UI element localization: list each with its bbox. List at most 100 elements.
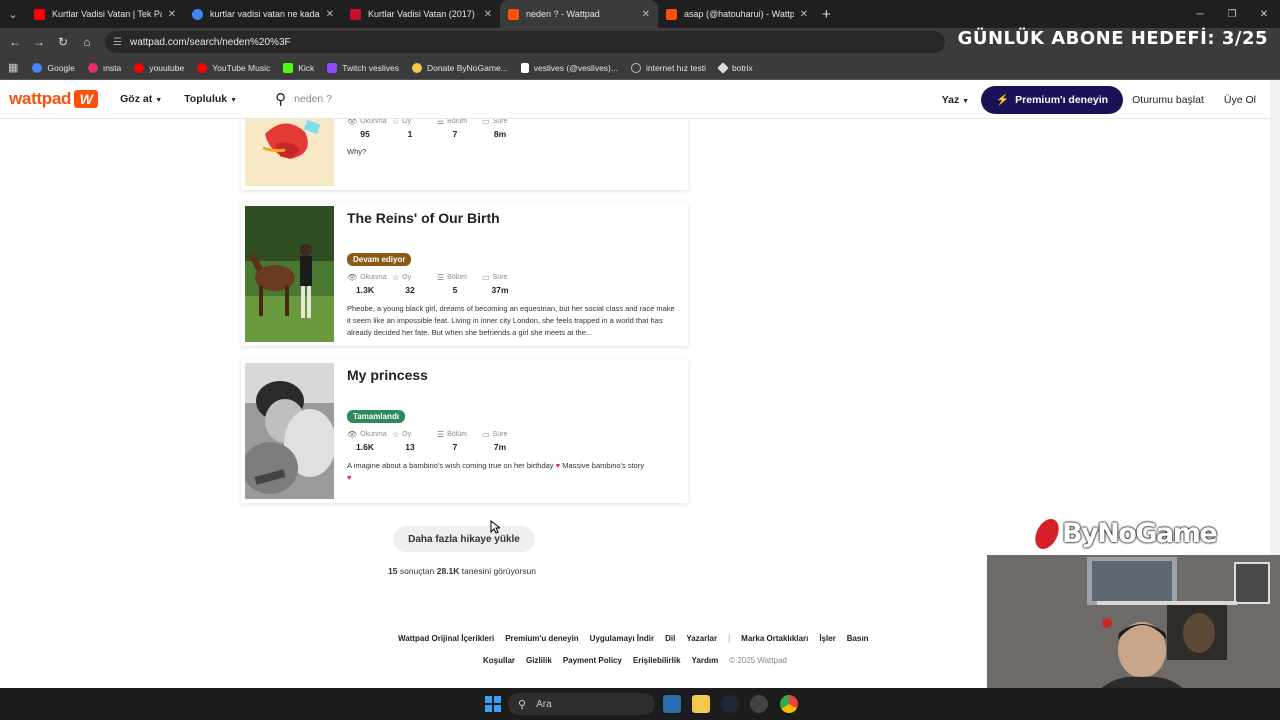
nav-browse[interactable]: Göz at ▼ — [120, 93, 162, 105]
windows-start-icon[interactable] — [485, 696, 501, 712]
login-link[interactable]: Oturumu başlat — [1132, 94, 1204, 106]
footer-links-row-2: Koşullar Gizlilik Payment Policy Erişile… — [483, 656, 798, 665]
close-tab-icon[interactable]: ✕ — [642, 9, 650, 20]
url-text: wattpad.com/search/neden%20%3F — [129, 36, 291, 48]
google-icon — [32, 62, 43, 73]
stat-label: Okunma — [360, 118, 387, 125]
stat-value: 1 — [407, 129, 413, 139]
story-info: My princess Tamamlandı 👁 Okunma 1.6K ☆ Oy 13… — [347, 359, 678, 484]
nav-label: Göz at — [120, 93, 153, 105]
bookmark-item[interactable]: YouTube Music — [197, 62, 270, 73]
footer-link[interactable]: Wattpad Orijinal İçerikleri — [398, 634, 494, 643]
bookmark-item[interactable]: Donate ByNoGame... — [411, 62, 508, 73]
footer-link[interactable]: İşler — [819, 634, 835, 643]
bookmark-label: Donate ByNoGame... — [426, 62, 508, 73]
write-menu[interactable]: Yaz ▼ — [942, 94, 969, 106]
footer-link[interactable]: Dil — [665, 634, 675, 643]
footer-link[interactable]: Koşullar — [483, 656, 515, 665]
photos-app-icon[interactable] — [663, 695, 681, 713]
back-arrow-icon[interactable]: ← — [3, 35, 27, 49]
nav-community[interactable]: Topluluk ▼ — [184, 93, 237, 105]
story-cover-image[interactable] — [245, 363, 334, 499]
wattpad-logo[interactable]: wattpad W — [9, 89, 99, 109]
file-explorer-icon[interactable] — [692, 695, 710, 713]
story-title[interactable]: My princess — [347, 367, 678, 383]
stat-value: 13 — [405, 442, 415, 452]
footer-link[interactable]: Yazarlar — [686, 634, 717, 643]
load-more-button[interactable]: Daha fazla hikaye yükle — [393, 526, 535, 552]
story-title[interactable]: The Reins' of Our Birth — [347, 210, 678, 226]
footer-link[interactable]: Payment Policy — [563, 656, 622, 665]
bookmark-item[interactable]: youutube — [134, 62, 185, 73]
story-cover-image[interactable] — [245, 206, 334, 342]
bookmark-item[interactable]: botrix — [717, 61, 753, 74]
signup-link[interactable]: Üye Ol — [1224, 94, 1256, 106]
bookmark-label: botrix — [731, 62, 753, 73]
restore-icon[interactable]: ❐ — [1216, 0, 1248, 28]
close-tab-icon[interactable]: ✕ — [326, 9, 334, 20]
apps-grid-icon[interactable]: ▦ — [8, 61, 18, 74]
heart-icon: ♥ — [555, 461, 561, 470]
footer-separator: | — [728, 634, 731, 643]
browser-tab[interactable]: asap (@hatouharui) - Wattpad ✕ — [658, 0, 816, 28]
story-stats: 👁 Okunma 1.6K ☆ Oy 13 ☰ Bölüm 7 ▭ Süre 7m — [347, 430, 678, 452]
minimize-icon[interactable]: ─ — [1184, 0, 1216, 28]
taskbar-search[interactable]: ⚲ Ara — [508, 693, 655, 715]
browser-tab[interactable]: kurtlar vadisi vatan ne kadara g ✕ — [184, 0, 342, 28]
bookmark-label: veslives (@veslives)... — [533, 62, 618, 73]
bookmark-item[interactable]: Twitch veslives — [327, 62, 399, 73]
bookmark-item[interactable]: Kick — [283, 62, 314, 73]
footer-link[interactable]: Premium'u deneyin — [505, 634, 578, 643]
search-field[interactable]: ⚲ neden ? — [275, 90, 332, 108]
bookmark-item[interactable]: internet hız testi — [630, 62, 706, 73]
bookmark-label: ınsta — [102, 62, 122, 73]
close-tab-icon[interactable]: ✕ — [168, 9, 176, 20]
results-shown: 15 — [388, 566, 398, 576]
url-input[interactable]: ☰ wattpad.com/search/neden%20%3F — [105, 31, 945, 53]
story-card[interactable]: My princess Tamamlandı 👁 Okunma 1.6K ☆ Oy 13… — [241, 359, 688, 503]
stat-value: 8m — [493, 129, 507, 139]
stat-label: Bölüm — [447, 431, 468, 438]
bookmark-label: youutube — [149, 62, 185, 73]
new-tab-button[interactable]: + — [822, 6, 831, 23]
home-icon[interactable]: ⌂ — [75, 35, 99, 49]
stat-parts: ☰ Bölüm 5 — [437, 273, 481, 295]
story-stats: 👁 Okunma 1.3K ☆ Oy 32 ☰ Bölüm 5 ▭ Süre 37m — [347, 273, 678, 295]
wattpad-favicon-icon — [666, 8, 677, 20]
footer-link[interactable]: Erişilebilirlik — [633, 656, 681, 665]
site-info-icon[interactable]: ☰ — [113, 37, 122, 48]
story-card[interactable]: The Reins' of Our Birth Devam ediyor 👁 Ok… — [241, 202, 688, 346]
bookmark-item[interactable]: veslives (@veslives)... — [520, 62, 618, 73]
chrome-icon[interactable] — [780, 695, 798, 713]
stat-label: Okunma — [360, 431, 387, 438]
bookmark-item[interactable]: ınsta — [87, 62, 122, 73]
footer-link[interactable]: Gizlilik — [526, 656, 552, 665]
premium-label: Premium'ı deneyin — [1015, 93, 1109, 106]
search-input-value[interactable]: neden ? — [294, 93, 332, 105]
mouse-cursor-icon — [490, 520, 500, 534]
stat-votes: ☆ Oy 1 — [392, 119, 436, 139]
footer-link[interactable]: Marka Ortaklıkları — [741, 634, 808, 643]
obs-icon[interactable] — [750, 695, 768, 713]
results-tail: tanesini görüyorsun — [461, 566, 536, 576]
stat-label: Süre — [492, 274, 508, 281]
steam-icon[interactable] — [721, 695, 739, 713]
footer-link[interactable]: Uygulamayı İndir — [590, 634, 654, 643]
bookmark-item[interactable]: Google — [32, 62, 75, 73]
search-icon[interactable]: ⚲ — [275, 90, 286, 108]
forward-arrow-icon[interactable]: → — [27, 35, 51, 49]
reload-icon[interactable]: ↻ — [51, 35, 75, 49]
screen: ⌄ Kurtlar Vadisi Vatan | Tek Parça ✕ kur… — [0, 0, 1280, 720]
footer-link[interactable]: Yardım — [692, 656, 719, 665]
browser-tab[interactable]: Kurtlar Vadisi Vatan (2017) - Bo ✕ — [342, 0, 500, 28]
caret-down-icon: ▼ — [962, 97, 970, 105]
footer-link[interactable]: Basın — [847, 634, 869, 643]
premium-button[interactable]: ⚡ Premium'ı deneyin — [981, 85, 1124, 114]
close-tab-icon[interactable]: ✕ — [800, 9, 808, 20]
tab-search-chevron-icon[interactable]: ⌄ — [0, 0, 26, 28]
stat-value: 7 — [452, 129, 458, 139]
browser-tab-active[interactable]: neden ? - Wattpad ✕ — [500, 0, 658, 28]
browser-tab[interactable]: Kurtlar Vadisi Vatan | Tek Parça ✕ — [26, 0, 184, 28]
close-tab-icon[interactable]: ✕ — [484, 9, 492, 20]
close-window-icon[interactable]: ✕ — [1248, 0, 1280, 28]
